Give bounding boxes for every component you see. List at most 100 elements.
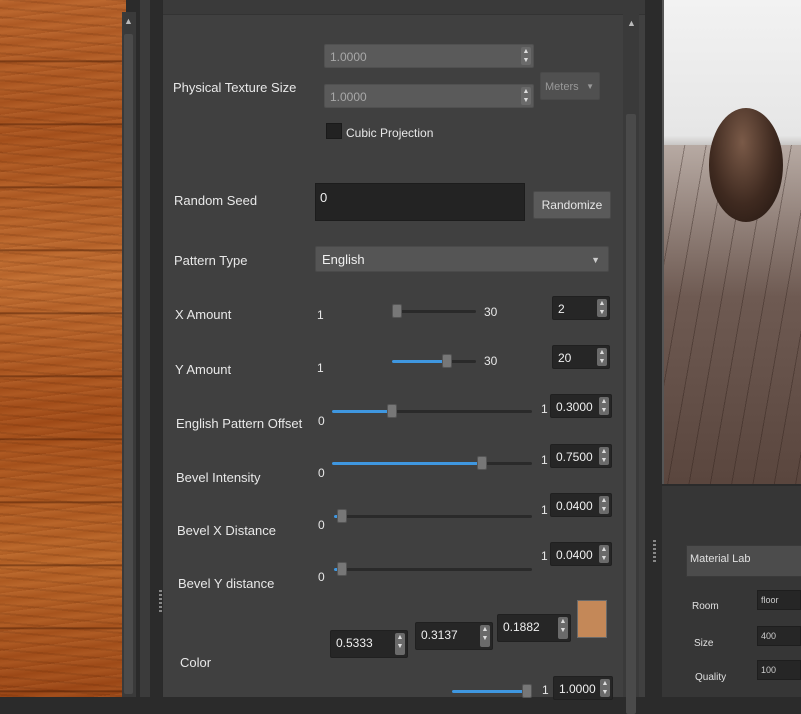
bottom-max: 1 [542, 683, 549, 697]
spin-arrows-icon[interactable]: ▲ ▼ [395, 633, 405, 655]
slider-handle[interactable] [522, 684, 532, 698]
panel-divider [140, 0, 150, 697]
bevel-y-input[interactable]: 0.0400 ▲ ▼ [550, 542, 612, 566]
x-amount-label: X Amount [175, 307, 232, 322]
value-text: 0.0400 [556, 499, 593, 513]
scroll-thumb[interactable] [124, 34, 133, 694]
slider-fill [332, 462, 482, 465]
scroll-up-icon[interactable]: ▲ [124, 16, 133, 26]
value-text: 0.1882 [503, 620, 540, 634]
spin-arrows-icon[interactable]: ▲ ▼ [599, 447, 609, 465]
y-amount-label: Y Amount [175, 362, 232, 377]
x-amount-max: 30 [484, 305, 498, 319]
bevel-x-min: 0 [318, 518, 325, 532]
bevel-x-max: 1 [541, 503, 548, 517]
value-text: 0.3000 [556, 400, 593, 414]
size-label: Size [694, 638, 714, 649]
panel-scrollbar[interactable]: ▲ [623, 14, 639, 714]
bottom-slider[interactable] [452, 684, 532, 698]
texture-size-height-input[interactable]: 1.0000 ▲ ▼ [324, 84, 534, 108]
render-preview [662, 0, 801, 484]
cubic-projection-label: Cubic Projection [346, 126, 434, 140]
bevel-intensity-label: Bevel Intensity [176, 470, 261, 485]
bevel-x-label: Bevel X Distance [177, 523, 276, 538]
value-text: 1.0000 [330, 90, 367, 104]
color-label: Color [180, 655, 212, 670]
randomize-button[interactable]: Randomize [533, 191, 611, 219]
bevel-y-label: Bevel Y distance [178, 576, 275, 591]
material-lab-title: Material Lab [690, 553, 751, 565]
bevel-intensity-slider[interactable] [332, 456, 532, 470]
slider-fill [392, 360, 448, 363]
y-amount-input[interactable]: 20 ▲ ▼ [552, 345, 610, 369]
slider-fill [452, 690, 532, 693]
bevel-x-input[interactable]: 0.0400 ▲ ▼ [550, 493, 612, 517]
color-blue-input[interactable]: 0.1882 ▲ ▼ [497, 614, 571, 642]
spin-arrows-icon[interactable]: ▲ ▼ [599, 496, 609, 514]
panel-header [163, 0, 645, 15]
room-label: Room [692, 601, 719, 612]
room-dropdown[interactable]: floor [757, 590, 801, 610]
slider-handle[interactable] [336, 562, 347, 576]
english-offset-input[interactable]: 0.3000 ▲ ▼ [550, 394, 612, 418]
value-text: 2 [558, 302, 565, 316]
spin-arrows-icon[interactable]: ▲ ▼ [480, 625, 490, 647]
spin-arrows-icon[interactable]: ▲ ▼ [597, 348, 607, 366]
value-text: 0.3137 [421, 628, 458, 642]
value-text: 1.0000 [330, 50, 367, 64]
value-text: 0.0400 [556, 548, 593, 562]
slider-handle[interactable] [336, 509, 347, 523]
slider-handle[interactable] [387, 404, 397, 418]
value-text: 0.5333 [336, 636, 373, 650]
color-red-input[interactable]: 0.5333 ▲ ▼ [330, 630, 408, 658]
bevel-y-min: 0 [318, 570, 325, 584]
slider-fill [332, 410, 392, 413]
y-amount-min: 1 [317, 361, 324, 375]
quality-input[interactable]: 100 [757, 660, 801, 680]
chevron-down-icon: ▼ [586, 82, 594, 91]
spin-arrows-icon[interactable]: ▲ ▼ [600, 679, 610, 697]
spin-arrows-icon[interactable]: ▲ ▼ [599, 545, 609, 563]
spin-arrows-icon[interactable]: ▲ ▼ [521, 87, 531, 105]
scroll-thumb[interactable] [626, 114, 636, 714]
bottom-value-input[interactable]: 1.0000 ▲ ▼ [553, 676, 613, 700]
bevel-intensity-input[interactable]: 0.7500 ▲ ▼ [550, 444, 612, 468]
texture-size-label: Physical Texture Size [173, 80, 297, 95]
y-amount-max: 30 [484, 354, 498, 368]
chevron-down-icon: ▼ [591, 255, 600, 265]
slider-handle[interactable] [477, 456, 487, 470]
value-text: 20 [558, 351, 572, 365]
spin-arrows-icon[interactable]: ▲ ▼ [521, 47, 531, 65]
spin-arrows-icon[interactable]: ▲ ▼ [599, 397, 609, 415]
units-dropdown[interactable]: Meters ▼ [540, 72, 600, 100]
bevel-y-slider[interactable] [334, 562, 532, 576]
x-amount-min: 1 [317, 308, 324, 322]
english-offset-slider[interactable] [332, 404, 532, 418]
bevel-intensity-min: 0 [318, 466, 325, 480]
y-amount-slider[interactable] [392, 354, 476, 368]
spin-arrows-icon[interactable]: ▲ ▼ [597, 299, 607, 317]
value-text: 0.7500 [556, 450, 593, 464]
bevel-x-slider[interactable] [334, 509, 532, 523]
color-swatch[interactable] [577, 600, 607, 638]
scroll-up-icon[interactable]: ▲ [627, 18, 636, 28]
pattern-type-dropdown[interactable]: English ▼ [315, 246, 609, 272]
color-green-input[interactable]: 0.3137 ▲ ▼ [415, 622, 493, 650]
cubic-projection-checkbox[interactable] [326, 123, 342, 139]
english-offset-label: English Pattern Offset [176, 416, 303, 431]
texture-size-width-input[interactable]: 1.0000 ▲ ▼ [324, 44, 534, 68]
slider-handle[interactable] [442, 354, 453, 368]
pattern-type-value: English [322, 252, 365, 267]
size-input[interactable]: 400 [757, 626, 801, 646]
x-amount-slider[interactable] [392, 304, 476, 318]
splitter-grip-icon[interactable] [653, 540, 656, 562]
bevel-y-max: 1 [541, 549, 548, 563]
random-seed-input[interactable]: 0 [315, 183, 525, 221]
spin-arrows-icon[interactable]: ▲ ▼ [558, 617, 568, 639]
preview-scrollbar[interactable]: ▲ [122, 12, 136, 697]
units-value: Meters [545, 81, 579, 93]
slider-handle[interactable] [392, 304, 402, 318]
render-sphere [709, 108, 783, 222]
english-offset-max: 1 [541, 402, 548, 416]
x-amount-input[interactable]: 2 ▲ ▼ [552, 296, 610, 320]
